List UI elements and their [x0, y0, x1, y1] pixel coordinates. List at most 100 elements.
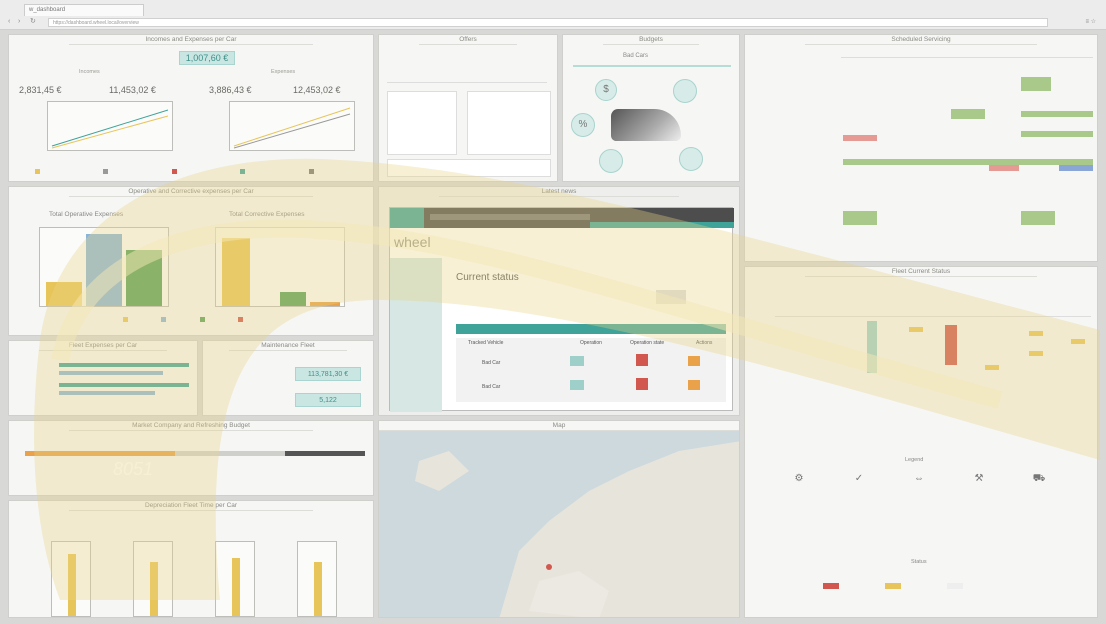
- panel-title: Offers: [419, 35, 517, 45]
- address-bar[interactable]: https://dashboard.wheel.local/overview: [48, 18, 1048, 27]
- panel-fleet-expenses: Fleet Expenses per Car: [8, 340, 198, 416]
- incomes-line-svg: [51, 109, 169, 149]
- incomes-label: Incomes: [79, 69, 100, 75]
- panel-budgets: Budgets Bad Cars $ %: [562, 34, 740, 182]
- gear-icon: ⚙: [794, 473, 804, 484]
- row-action-button[interactable]: [688, 380, 700, 390]
- fleet-col-red: [945, 325, 957, 365]
- check-icon: ✓: [854, 473, 864, 484]
- fleet-status-cell: [985, 365, 999, 370]
- budget-fill-dark: [285, 451, 365, 456]
- bar: [280, 292, 306, 306]
- forward-icon[interactable]: ›: [18, 18, 26, 26]
- depreciation-chart: [215, 541, 255, 617]
- budget-fill: [25, 451, 175, 456]
- calendar-event[interactable]: [843, 135, 877, 141]
- panel-title: Scheduled Servicing: [805, 35, 1037, 45]
- col-operation: Operation: [580, 340, 602, 346]
- total-badge: 1,007,60 €: [179, 51, 235, 65]
- panel-title: Fleet Expenses per Car: [39, 341, 167, 351]
- bar: [310, 302, 340, 306]
- budget-track: [25, 451, 365, 456]
- maintenance-value: 113,781,30 €: [295, 367, 361, 381]
- europe-map[interactable]: [379, 431, 740, 618]
- panel-latest-news: Latest news wheel Current status Tracked…: [378, 186, 740, 416]
- operative-bar-chart: [39, 227, 169, 307]
- calendar-event[interactable]: [843, 211, 877, 225]
- row-vehicle: Bad Car: [482, 384, 501, 390]
- car-icon: ⛟: [1032, 473, 1046, 484]
- calendar-event[interactable]: [989, 165, 1019, 171]
- status-swatch-grey: [947, 583, 963, 589]
- menu-icon[interactable]: ≡ ☆: [1085, 18, 1096, 25]
- expenses-line: [233, 107, 351, 147]
- calendar-event[interactable]: [1059, 165, 1093, 171]
- panel-maintenance-fleet: Maintenance Fleet 113,781,30 € 5,122: [202, 340, 374, 416]
- panel-title: Operative and Corrective expenses per Ca…: [69, 187, 313, 197]
- bar: [46, 282, 82, 306]
- row-op-icon[interactable]: [570, 356, 584, 366]
- fleet-exp-bar: [59, 371, 163, 375]
- map-marker: [546, 564, 552, 570]
- calendar-event[interactable]: [951, 109, 985, 119]
- app-window: wheel Current status Tracked Vehicle Ope…: [389, 207, 734, 412]
- incomes-legend: [35, 169, 365, 175]
- app-table: Tracked Vehicle Operation Operation stat…: [456, 338, 726, 402]
- panel-title: Map: [379, 421, 739, 431]
- app-brand: wheel: [394, 234, 431, 250]
- incomes-kpi: 2,831,45 €: [19, 85, 62, 95]
- status-swatch-yellow: [885, 583, 901, 589]
- expenses-kpi-total: 12,453,02 €: [293, 85, 341, 95]
- calendar-event[interactable]: [1021, 211, 1055, 225]
- calendar-header-line: [841, 57, 1093, 58]
- back-icon[interactable]: ‹: [8, 18, 16, 26]
- panel-scheduled-servicing: Scheduled Servicing: [744, 34, 1098, 262]
- calendar-event[interactable]: [843, 159, 1093, 165]
- panel-title: Market Company and Refreshing Budget: [69, 421, 313, 431]
- app-toolbar: [590, 222, 734, 228]
- app-filter[interactable]: [656, 290, 686, 304]
- bar: [126, 250, 162, 306]
- maintenance-count: 5,122: [295, 393, 361, 407]
- expenses-trend-line: [233, 113, 351, 149]
- browser-tab[interactable]: w_dashboard: [24, 4, 144, 16]
- panel-title: Incomes and Expenses per Car: [69, 35, 313, 45]
- fleet-status-cell: [1029, 351, 1043, 356]
- incomes-line-chart: [47, 101, 173, 151]
- offers-footer-table: [387, 159, 551, 177]
- status-swatch-red: [823, 583, 839, 589]
- wrench-icon: ⚒: [974, 473, 984, 484]
- bar: [222, 238, 250, 306]
- row-op-icon[interactable]: [570, 380, 584, 390]
- fleet-table: [775, 321, 1091, 381]
- link-icon: ⇔: [914, 473, 924, 484]
- bar: [86, 234, 122, 306]
- corrective-bar-chart: [215, 227, 345, 307]
- market-big-number: 8051: [113, 459, 154, 479]
- row-vehicle: Bad Car: [482, 360, 501, 366]
- panel-depreciation: Depreciation Fleet Time per Car: [8, 500, 374, 618]
- calendar-event[interactable]: [1021, 131, 1093, 137]
- app-sidebar[interactable]: [390, 258, 442, 412]
- panel-title: Depreciation Fleet Time per Car: [69, 501, 313, 511]
- offers-list-right: [467, 91, 551, 155]
- panel-market-company: Market Company and Refreshing Budget 805…: [8, 420, 374, 496]
- expenses-line-chart: [229, 101, 355, 151]
- reload-icon[interactable]: ↻: [30, 18, 38, 26]
- app-tabs[interactable]: [430, 214, 590, 220]
- expenses-line-svg: [233, 107, 351, 149]
- browser-toolbar: w_dashboard ‹ › ↻ https://dashboard.whee…: [0, 0, 1106, 30]
- panel-offers: Offers: [378, 34, 558, 182]
- calendar-event[interactable]: [1021, 77, 1051, 91]
- budget-circle-5: [679, 147, 703, 171]
- calendar-event[interactable]: [1021, 111, 1093, 117]
- row-action-button[interactable]: [688, 356, 700, 366]
- fleet-exp-bar: [59, 363, 189, 367]
- budgets-progress: [573, 65, 731, 67]
- operative-legend: [123, 317, 245, 324]
- panel-operative-expenses: Operative and Corrective expenses per Ca…: [8, 186, 374, 336]
- incomes-kpi-total: 11,453,02 €: [109, 85, 156, 95]
- depreciation-chart: [133, 541, 173, 617]
- app-table-header: [456, 324, 726, 334]
- budget-circle-3: %: [571, 113, 595, 137]
